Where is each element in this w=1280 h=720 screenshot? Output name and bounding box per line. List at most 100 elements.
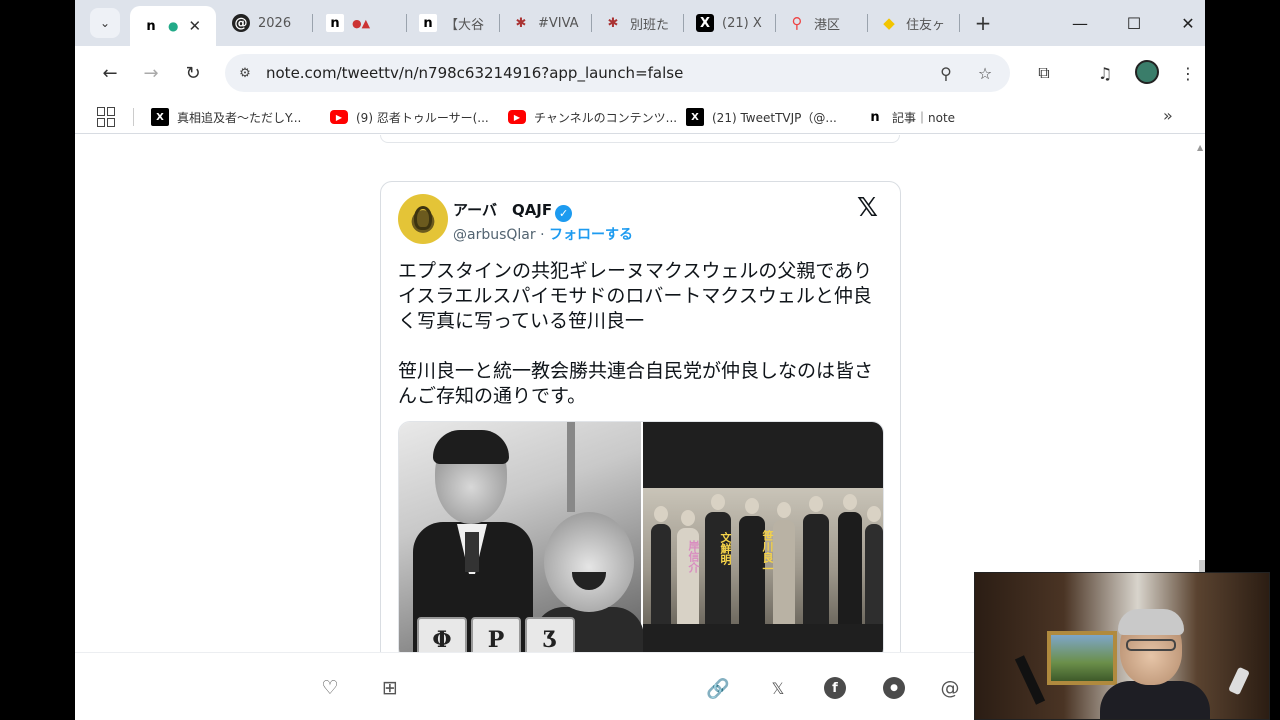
tab-maps[interactable]: ⚲ 港区	[788, 6, 860, 40]
bookmark-label: チャンネルのコンテンツ...	[534, 110, 678, 125]
site-settings-icon[interactable]: ⚙	[235, 63, 255, 83]
line-icon[interactable]: ●	[883, 677, 905, 699]
author-name-text: アーバ QAJF	[453, 201, 553, 219]
tweet-paragraph: 笹川良一と統一教会勝共連合自民党が仲良しなのは皆さんご存知の通りです。	[398, 360, 874, 407]
tab-threads[interactable]: @ 2026	[232, 6, 304, 40]
bookmarks-bar: X 真相追及者～ただしY... ▶ (9) 忍者トゥルーサー(... ▶ チャン…	[75, 100, 1205, 134]
tab-title: 【大谷	[445, 17, 485, 33]
note-favicon-icon: n	[419, 14, 437, 32]
tweet-media[interactable]: Φ Ρ Ʒ 岸信介 文鮮明 笹川良一	[398, 421, 884, 661]
bookmark-star-icon[interactable]: ☆	[974, 62, 996, 84]
snake-emblem-icon	[414, 206, 432, 230]
x-icon: X	[686, 108, 704, 126]
tab-divider	[867, 14, 868, 32]
tab-search-dropdown-icon[interactable]: ⌄	[90, 8, 120, 38]
bookmark-label: (9) 忍者トゥルーサー(...	[356, 110, 489, 125]
bookmark-item[interactable]: n 記事｜note	[866, 107, 955, 127]
threads-icon[interactable]: @	[937, 675, 963, 701]
apps-grid-icon[interactable]	[97, 107, 117, 127]
photo-caption: 文鮮明	[719, 532, 732, 565]
browser-toolbar: ← → ↻ ⚙ note.com/tweettv/n/n798c63214916…	[75, 46, 1205, 100]
tweet-handle-row: @arbusQlar · フォローする	[453, 224, 633, 244]
facebook-icon[interactable]: f	[824, 677, 846, 699]
tab-x[interactable]: X (21) X	[696, 6, 768, 40]
note-favicon-icon: n	[326, 14, 344, 32]
tweet-embed-card[interactable]: アーバ QAJF ✓ @arbusQlar · フォローする 𝕏 エプスタインの共…	[380, 181, 901, 681]
tab-divider	[591, 14, 592, 32]
link-icon[interactable]: 🔗	[705, 675, 731, 701]
tab-divider	[312, 14, 313, 32]
tweet-photo-right[interactable]: 岸信介 文鮮明 笹川良一	[643, 422, 883, 660]
tab-note-2[interactable]: n ●▲	[326, 6, 398, 40]
verified-badge-icon: ✓	[555, 205, 573, 222]
bookmark-item[interactable]: X (21) TweetTVJP（@...	[686, 107, 837, 127]
bookmark-label: 記事｜note	[892, 110, 956, 125]
tab-title: ●	[168, 19, 179, 33]
close-window-icon[interactable]: ✕	[1173, 8, 1203, 38]
threads-favicon-icon: @	[232, 14, 250, 32]
tab-note-active[interactable]: n ● ✕	[130, 6, 216, 46]
new-tab-plus-icon[interactable]: +	[968, 8, 998, 38]
photo-caption: 笹川良一	[761, 530, 774, 574]
tab-divider	[683, 14, 684, 32]
reload-icon[interactable]: ↻	[178, 58, 208, 88]
tab-close-icon[interactable]: ✕	[188, 17, 201, 35]
tab-title: #VIVA	[538, 15, 579, 31]
photo-detail	[567, 422, 575, 512]
tweet-handle[interactable]: @arbusQlar	[453, 227, 536, 243]
tab-title: 住友ヶ	[906, 17, 946, 33]
minimize-icon[interactable]: —	[1065, 8, 1095, 38]
heart-icon[interactable]: ♡	[317, 675, 343, 701]
scroll-up-arrow-icon[interactable]: ▲	[1197, 143, 1203, 152]
x-icon[interactable]: 𝕏	[765, 675, 791, 701]
paw-favicon-icon: ✱	[515, 15, 527, 31]
bookmark-label: (21) TweetTVJP（@...	[712, 110, 837, 125]
tab-beppan[interactable]: ✱ 別班た	[604, 6, 676, 40]
note-icon: n	[870, 109, 880, 125]
tab-note-3[interactable]: n 【大谷	[419, 6, 491, 40]
zoom-search-icon[interactable]: ⚲	[935, 62, 957, 84]
diamond-favicon-icon: ◆	[883, 14, 895, 32]
group-photo: 岸信介 文鮮明 笹川良一	[643, 488, 883, 624]
extensions-puzzle-icon[interactable]: ⧉	[1031, 60, 1057, 86]
tweet-author-name[interactable]: アーバ QAJF ✓	[453, 199, 573, 222]
bookmark-item[interactable]: X 真相追及者～ただしY...	[151, 107, 301, 127]
back-arrow-icon[interactable]: ←	[95, 58, 125, 88]
tab-divider	[499, 14, 500, 32]
follow-button[interactable]: フォローする	[549, 227, 633, 243]
x-favicon-icon: X	[696, 14, 714, 32]
presenter	[1100, 609, 1210, 719]
tweet-paragraph: エプスタインの共犯ギレーヌマクスウェルの父親でありイスラエルスパイモサドのロバー…	[398, 260, 873, 332]
url-text[interactable]: note.com/tweettv/n/n798c63214916?app_lau…	[266, 64, 683, 82]
bookmark-label: 真相追及者～ただしY...	[177, 110, 302, 125]
profile-avatar-icon[interactable]	[1135, 60, 1159, 84]
bookmark-item[interactable]: ▶ (9) 忍者トゥルーサー(...	[330, 107, 489, 127]
x-logo-icon[interactable]: 𝕏	[857, 193, 878, 223]
tweet-author-avatar[interactable]	[398, 194, 448, 244]
maps-pin-favicon-icon: ⚲	[791, 14, 803, 32]
bookmark-item[interactable]: ▶ チャンネルのコンテンツ...	[508, 107, 677, 127]
handle-separator: ·	[540, 227, 545, 243]
youtube-icon: ▶	[330, 110, 348, 124]
media-controls-icon[interactable]: ♫	[1092, 60, 1118, 86]
scrollbar-thumb[interactable]	[1199, 560, 1205, 572]
maximize-icon[interactable]: ☐	[1119, 8, 1149, 38]
tweet-photo-left[interactable]: Φ Ρ Ʒ	[399, 422, 644, 660]
tab-viva[interactable]: ✱ #VIVA	[512, 6, 584, 40]
tab-title: 港区	[814, 17, 841, 33]
tab-title: (21) X	[722, 15, 762, 31]
tab-sumitomo[interactable]: ◆ 住友ヶ	[880, 6, 952, 40]
previous-embed-edge	[380, 135, 900, 143]
bookmark-add-icon[interactable]: ⊞	[377, 675, 403, 701]
forward-arrow-icon[interactable]: →	[136, 58, 166, 88]
photo-caption: 岸信介	[687, 540, 700, 573]
bookmarks-overflow-icon[interactable]: »	[1163, 106, 1173, 125]
x-icon: X	[151, 108, 169, 126]
youtube-icon: ▶	[508, 110, 526, 124]
tab-divider	[406, 14, 407, 32]
paw-favicon-icon: ✱	[607, 15, 619, 31]
more-menu-icon[interactable]: ⋮	[1175, 60, 1201, 86]
bookmark-divider	[133, 108, 134, 126]
address-bar[interactable]: ⚙ note.com/tweettv/n/n798c63214916?app_l…	[225, 54, 1010, 92]
screen: ⌄ n ● ✕ @ 2026 n ●▲ n 【大谷 ✱ #VIVA ✱ 別班た …	[0, 0, 1280, 720]
